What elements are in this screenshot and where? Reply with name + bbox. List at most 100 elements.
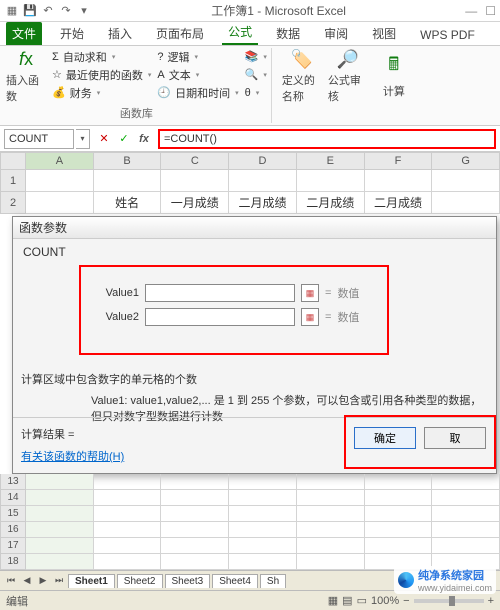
cell[interactable]	[432, 170, 500, 192]
sheet-tab[interactable]: Sheet2	[117, 574, 163, 588]
arg2-refedit-icon[interactable]: ▦	[301, 308, 319, 326]
cell[interactable]	[26, 506, 94, 522]
minimize-icon[interactable]: —	[465, 4, 477, 18]
qat-dropdown-icon[interactable]: ▾	[76, 3, 92, 19]
logical-button[interactable]: ?逻辑▾	[157, 48, 238, 65]
cell[interactable]	[365, 474, 433, 490]
save-icon[interactable]: 💾	[22, 3, 38, 19]
row-header[interactable]: 18	[0, 554, 26, 570]
sheet-nav-prev-icon[interactable]: ◀	[20, 574, 34, 588]
arg1-refedit-icon[interactable]: ▦	[301, 284, 319, 302]
zoom-in-icon[interactable]: +	[488, 595, 494, 607]
cell[interactable]	[365, 170, 433, 192]
cell[interactable]: 一月成绩	[161, 192, 229, 214]
tab-home[interactable]: 开始	[54, 22, 90, 45]
formula-input[interactable]: =COUNT()	[158, 129, 496, 149]
cell[interactable]: 二月成绩	[297, 192, 365, 214]
cell[interactable]	[161, 554, 229, 570]
cell[interactable]	[94, 474, 162, 490]
cell[interactable]	[432, 506, 500, 522]
cell[interactable]	[26, 554, 94, 570]
cell[interactable]	[432, 522, 500, 538]
row-header[interactable]: 16	[0, 522, 26, 538]
cell[interactable]	[94, 490, 162, 506]
cell[interactable]	[432, 490, 500, 506]
select-all-corner[interactable]	[0, 152, 26, 170]
recent-functions-button[interactable]: ☆最近使用的函数▾	[52, 66, 151, 83]
col-header-f[interactable]: F	[365, 152, 433, 170]
cell[interactable]	[161, 522, 229, 538]
cell[interactable]	[365, 522, 433, 538]
zoom-out-icon[interactable]: −	[403, 595, 409, 607]
col-header-e[interactable]: E	[297, 152, 365, 170]
math-button[interactable]: θ▾	[245, 84, 267, 101]
tab-file[interactable]: 文件	[6, 22, 42, 45]
cell[interactable]	[229, 538, 297, 554]
col-header-a[interactable]: A	[26, 152, 94, 170]
cell[interactable]: 姓名	[94, 192, 162, 214]
cell[interactable]	[297, 474, 365, 490]
cell[interactable]	[365, 490, 433, 506]
row-header-1[interactable]: 1	[0, 170, 26, 192]
cell[interactable]: 二月成绩	[229, 192, 297, 214]
sheet-tab[interactable]: Sheet4	[212, 574, 258, 588]
zoom-level[interactable]: 100%	[371, 595, 399, 607]
sheet-tab[interactable]: Sheet3	[165, 574, 211, 588]
name-box-dropdown[interactable]: ▾	[76, 129, 90, 149]
cell[interactable]	[161, 170, 229, 192]
row-header-2[interactable]: 2	[0, 192, 26, 214]
tab-review[interactable]: 审阅	[318, 22, 354, 45]
cell[interactable]: 二月成绩	[365, 192, 433, 214]
sheet-tab[interactable]: Sh	[260, 574, 286, 588]
cell[interactable]	[432, 192, 500, 214]
cell[interactable]	[94, 554, 162, 570]
cell[interactable]	[26, 490, 94, 506]
cell[interactable]	[26, 522, 94, 538]
cell[interactable]	[432, 474, 500, 490]
cell[interactable]	[94, 538, 162, 554]
cell[interactable]	[297, 554, 365, 570]
cell[interactable]	[297, 490, 365, 506]
financial-button[interactable]: 💰财务▾	[52, 84, 151, 101]
function-help-link[interactable]: 有关该函数的帮助(H)	[21, 448, 124, 464]
sheet-nav-last-icon[interactable]: ⏭	[52, 574, 66, 588]
col-header-c[interactable]: C	[161, 152, 229, 170]
autosum-button[interactable]: Σ自动求和▾	[52, 48, 151, 65]
cell[interactable]	[26, 192, 94, 214]
zoom-slider[interactable]	[414, 599, 484, 603]
tab-wpspdf[interactable]: WPS PDF	[414, 25, 481, 45]
col-header-b[interactable]: B	[94, 152, 162, 170]
ok-button[interactable]: 确定	[354, 427, 416, 449]
maximize-icon[interactable]: ☐	[485, 4, 496, 18]
cell[interactable]	[161, 490, 229, 506]
cancel-formula-icon[interactable]: ✕	[96, 131, 112, 147]
cell[interactable]	[297, 522, 365, 538]
defined-names-button[interactable]: 🏷️定义的名称	[282, 48, 322, 104]
cell[interactable]	[26, 170, 94, 192]
formula-audit-button[interactable]: 🔎公式审核	[328, 48, 368, 104]
tab-formulas[interactable]: 公式	[222, 20, 258, 45]
fx-button-icon[interactable]: fx	[136, 131, 152, 147]
cell[interactable]	[229, 474, 297, 490]
calculation-button[interactable]: 🖩计算	[374, 48, 414, 104]
name-box[interactable]: COUNT	[4, 129, 74, 149]
cell[interactable]	[161, 538, 229, 554]
cell[interactable]	[229, 506, 297, 522]
cancel-button[interactable]: 取	[424, 427, 486, 449]
cell[interactable]	[432, 538, 500, 554]
col-header-g[interactable]: G	[432, 152, 500, 170]
sheet-nav-first-icon[interactable]: ⏮	[4, 574, 18, 588]
redo-icon[interactable]: ↷	[58, 3, 74, 19]
cell[interactable]	[297, 506, 365, 522]
row-header[interactable]: 13	[0, 474, 26, 490]
cell[interactable]	[229, 490, 297, 506]
cell[interactable]	[161, 474, 229, 490]
undo-icon[interactable]: ↶	[40, 3, 56, 19]
arg2-input[interactable]	[145, 308, 295, 326]
cell[interactable]	[365, 538, 433, 554]
tab-insert[interactable]: 插入	[102, 22, 138, 45]
tab-pagelayout[interactable]: 页面布局	[150, 22, 210, 45]
cell[interactable]	[229, 554, 297, 570]
cell[interactable]	[297, 170, 365, 192]
cell[interactable]	[161, 506, 229, 522]
